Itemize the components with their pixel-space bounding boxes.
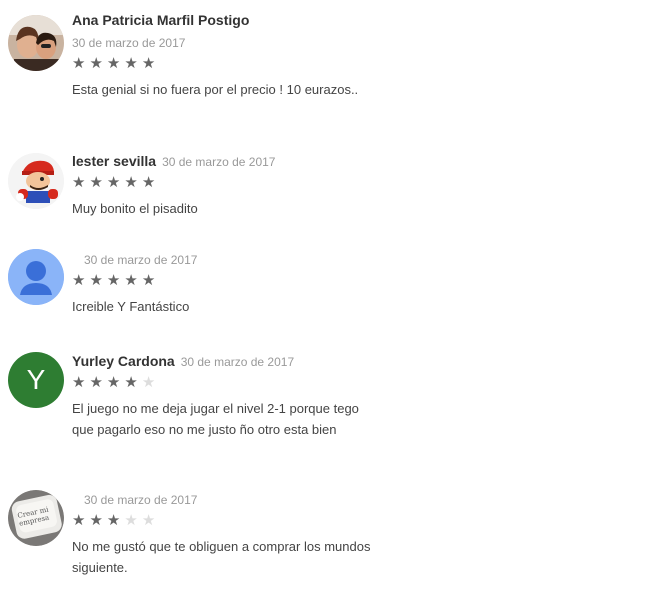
star-filled-icon: ★ — [106, 55, 121, 72]
star-rating: ★ ★ ★ ★ ★ — [72, 56, 372, 72]
star-filled-icon: ★ — [124, 374, 138, 391]
keyboard-key-avatar[interactable]: Crear mi empresa — [8, 490, 64, 546]
star-filled-icon: ★ — [72, 55, 86, 72]
star-empty-icon: ★ — [124, 512, 138, 529]
review-author[interactable]: lester sevilla — [72, 153, 156, 169]
letter-avatar[interactable]: Y — [8, 352, 64, 408]
star-empty-icon: ★ — [141, 374, 156, 391]
default-person-avatar[interactable] — [8, 249, 64, 305]
review-date: 30 de marzo de 2017 — [180, 355, 295, 369]
star-filled-icon: ★ — [106, 374, 121, 391]
review-date: 30 de marzo de 2017 — [84, 253, 198, 267]
star-filled-icon: ★ — [124, 174, 138, 191]
review-meta: 30 de marzo de 2017 — [72, 253, 372, 267]
star-rating: ★ ★ ★ ★ ★ — [72, 175, 372, 191]
review-author[interactable]: Ana Patricia Marfil Postigo — [72, 12, 366, 28]
star-filled-icon: ★ — [124, 55, 138, 72]
star-filled-icon: ★ — [72, 272, 86, 289]
review-text: El juego no me deja jugar el nivel 2-1 p… — [72, 401, 359, 437]
star-filled-icon: ★ — [89, 512, 103, 529]
star-filled-icon: ★ — [141, 272, 156, 289]
review-text: Muy bonito el pisadito — [72, 201, 198, 216]
review-meta: Yurley Cardona 30 de marzo de 2017 — [72, 353, 372, 369]
star-filled-icon: ★ — [89, 272, 103, 289]
star-filled-icon: ★ — [89, 374, 103, 391]
star-filled-icon: ★ — [89, 55, 103, 72]
review-meta: Ana Patricia Marfil Postigo 30 de marzo … — [72, 12, 372, 50]
review-text: No me gustó que te obliguen a comprar lo… — [72, 539, 371, 575]
review-text: Icreible Y Fantástico — [72, 299, 190, 314]
star-filled-icon: ★ — [141, 174, 156, 191]
review-text: Esta genial si no fuera por el precio ! … — [72, 82, 359, 97]
review-date: 30 de marzo de 2017 — [72, 36, 186, 50]
star-filled-icon: ★ — [72, 174, 86, 191]
star-filled-icon: ★ — [141, 55, 156, 72]
star-filled-icon: ★ — [106, 512, 121, 529]
review-meta: 30 de marzo de 2017 — [72, 493, 372, 507]
reviews-list: Ana Patricia Marfil Postigo 30 de marzo … — [0, 0, 667, 600]
star-filled-icon: ★ — [72, 374, 86, 391]
star-filled-icon: ★ — [124, 272, 138, 289]
mario-avatar[interactable] — [8, 153, 64, 209]
review-date: 30 de marzo de 2017 — [84, 493, 198, 507]
star-rating: ★ ★ ★ ★ ★ — [72, 375, 372, 391]
star-filled-icon: ★ — [89, 174, 103, 191]
review-meta: lester sevilla 30 de marzo de 2017 — [72, 153, 372, 169]
star-rating: ★ ★ ★ ★ ★ — [72, 513, 372, 529]
star-filled-icon: ★ — [72, 512, 86, 529]
star-filled-icon: ★ — [106, 174, 121, 191]
review-date: 30 de marzo de 2017 — [162, 155, 276, 169]
review-author[interactable]: Yurley Cardona — [72, 353, 175, 369]
avatar-letter: Y — [26, 364, 46, 395]
star-filled-icon: ★ — [106, 272, 121, 289]
star-rating: ★ ★ ★ ★ ★ — [72, 273, 372, 289]
star-empty-icon: ★ — [141, 512, 156, 529]
couple-photo-avatar[interactable] — [8, 15, 64, 71]
